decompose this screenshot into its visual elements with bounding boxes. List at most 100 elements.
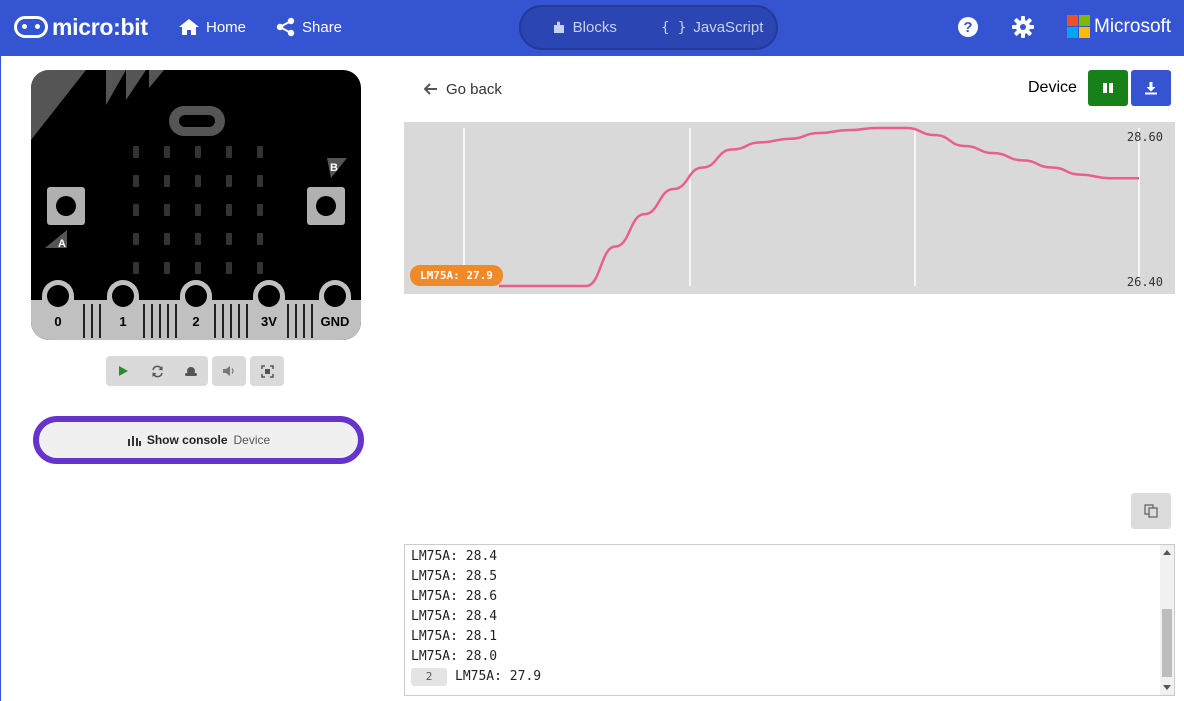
edge-stripe <box>230 304 232 338</box>
show-console-sub: Device <box>233 433 271 447</box>
tab-blocks-label: Blocks <box>572 19 617 36</box>
pin-label-3v: 3V <box>261 314 277 329</box>
fullscreen-icon <box>260 364 274 378</box>
led <box>133 175 139 187</box>
simulator-pane: B A 0 1 2 3V GND Show console Device <box>0 56 395 701</box>
microsoft-logo[interactable]: Microsoft <box>1067 15 1171 38</box>
pause-button[interactable] <box>1088 70 1128 106</box>
console-line: LM75A: 28.5 <box>411 569 498 584</box>
brand-name: micro:bit <box>52 13 148 40</box>
edge-stripe <box>238 304 240 338</box>
chart-bars-icon <box>127 436 141 446</box>
simulator-controls <box>106 356 284 386</box>
refresh-icon <box>151 365 163 377</box>
scrollbar-thumb[interactable] <box>1162 609 1172 677</box>
button-b[interactable] <box>307 187 345 225</box>
copy-button[interactable] <box>1131 493 1171 529</box>
device-label: Device <box>1028 79 1077 96</box>
settings-button[interactable] <box>1010 14 1036 40</box>
edge-stripe <box>151 304 153 338</box>
show-console-label: Show console <box>146 433 228 447</box>
speaker-icon <box>223 366 234 376</box>
tab-blocks[interactable]: Blocks <box>521 7 649 48</box>
led <box>133 146 139 158</box>
button-a-label: A <box>58 238 66 250</box>
microbit-logo[interactable]: micro:bit <box>14 12 148 42</box>
tab-javascript-label: JavaScript <box>693 19 764 36</box>
edge-stripe <box>99 304 101 338</box>
chart-svg <box>463 126 1140 288</box>
button-a[interactable] <box>47 187 85 225</box>
led <box>257 204 263 216</box>
edge-stripe <box>143 304 145 338</box>
y-min-label: 26.40 <box>1126 275 1163 289</box>
led <box>195 204 201 216</box>
slow-mode-button[interactable] <box>174 356 208 386</box>
led <box>195 175 201 187</box>
edge-stripe <box>246 304 248 338</box>
led <box>226 175 232 187</box>
series-badge: LM75A: 27.9 <box>410 265 503 286</box>
serial-console[interactable]: LM75A: 28.4 LM75A: 28.5 LM75A: 28.6 LM75A: … <box>404 544 1175 696</box>
pause-icon <box>1103 83 1113 93</box>
tab-javascript[interactable]: { } JavaScript <box>649 7 777 48</box>
restart-button[interactable] <box>140 356 174 386</box>
y-max-label: 28.60 <box>1126 130 1163 144</box>
console-scrollbar[interactable] <box>1160 545 1174 695</box>
led <box>257 146 263 158</box>
pin-label-0: 0 <box>54 314 62 329</box>
led <box>195 233 201 245</box>
led <box>164 233 170 245</box>
led <box>226 146 232 158</box>
console-line-last-text: LM75A: 27.9 <box>455 669 542 684</box>
console-line: LM75A: 28.6 <box>411 589 498 604</box>
help-button[interactable]: ? <box>955 14 981 40</box>
edge-stripe <box>167 304 169 338</box>
led <box>257 233 263 245</box>
led <box>133 262 139 274</box>
edge-stripe <box>159 304 161 338</box>
home-button[interactable]: Home <box>178 14 246 40</box>
play-button[interactable] <box>106 356 140 386</box>
edge-stripe <box>303 304 305 338</box>
braces-icon: { } <box>661 19 687 36</box>
share-icon <box>276 17 295 37</box>
home-label: Home <box>206 18 247 36</box>
go-back-label: Go back <box>446 80 502 98</box>
help-icon: ? <box>958 17 978 37</box>
home-icon <box>179 19 199 35</box>
snail-icon <box>185 367 197 376</box>
mute-button[interactable] <box>212 356 246 386</box>
serial-chart: 28.60 26.40 LM75A: 27.9 <box>404 122 1175 294</box>
scroll-up-icon[interactable] <box>1163 550 1171 555</box>
go-back-button[interactable]: Go back <box>424 78 502 100</box>
console-line: LM75A: 28.4 <box>411 549 498 564</box>
scroll-down-icon[interactable] <box>1163 685 1171 690</box>
svg-text:?: ? <box>963 19 972 36</box>
edge-stripe <box>222 304 224 338</box>
microbit-logo-icon <box>14 16 48 38</box>
show-console-button[interactable]: Show console Device <box>33 416 364 464</box>
editor-toggle: Blocks { } JavaScript <box>519 5 778 50</box>
led <box>133 233 139 245</box>
top-bar: micro:bit Home Share Blocks { } JavaScri… <box>0 0 1184 56</box>
led <box>226 262 232 274</box>
led <box>257 262 263 274</box>
edge-stripe <box>311 304 313 338</box>
download-button[interactable] <box>1131 70 1171 106</box>
gear-icon <box>1012 16 1034 38</box>
console-line: LM75A: 28.1 <box>411 629 498 644</box>
series-line-lm75a <box>499 126 1139 288</box>
microbit-board[interactable]: B A 0 1 2 3V GND <box>31 70 361 340</box>
led <box>195 262 201 274</box>
share-label: Share <box>302 18 343 36</box>
edge-stripe <box>91 304 93 338</box>
led <box>226 233 232 245</box>
play-icon <box>119 366 128 376</box>
puzzle-icon <box>553 21 564 33</box>
console-line: LM75A: 28.4 <box>411 609 498 624</box>
pin-label-2: 2 <box>192 314 200 329</box>
fullscreen-button[interactable] <box>250 356 284 386</box>
console-line: LM75A: 28.0 <box>411 649 498 664</box>
share-button[interactable]: Share <box>276 14 342 40</box>
